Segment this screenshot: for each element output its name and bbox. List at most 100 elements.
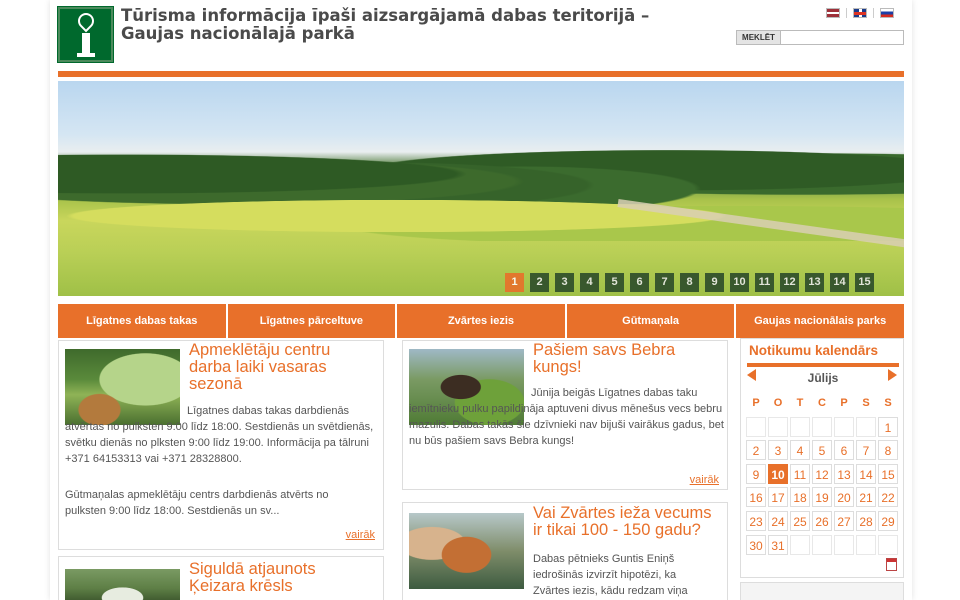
calendar-day[interactable]: 30 [746,534,766,555]
nav-item[interactable]: Līgatnes dabas takas [58,304,226,338]
english-flag-icon[interactable] [853,8,867,18]
calendar-empty-cell [834,534,854,555]
calendar-empty-cell [878,534,898,555]
calendar-day[interactable]: 29 [878,510,898,531]
search-button[interactable]: MEKLĒT [737,31,781,44]
article-card: Siguldā atjaunots Ķeizara krēsls [58,556,384,600]
banner-page-button[interactable]: 8 [680,273,699,292]
page: Tūrisma informācija īpaši aizsargājamā d… [50,0,912,600]
article-title[interactable]: Siguldā atjaunots Ķeizara krēsls [189,561,349,595]
weekday-label: T [796,397,804,409]
weekday-label: P [840,397,848,409]
article-title[interactable]: Vai Zvārtes ieža vecums ir tikai 100 - 1… [533,505,713,539]
article-text: Dabas pētnieks Guntis Eniņš iedrošinās i… [533,553,688,597]
calendar-empty-cell [768,416,788,437]
banner-pager: 1 2 3 4 5 6 7 8 9 10 11 12 13 14 15 [505,273,874,292]
article-thumbnail[interactable] [65,569,180,600]
calendar-day[interactable]: 20 [834,487,854,508]
sidebar-box [740,582,904,600]
calendar-day[interactable]: 24 [768,510,788,531]
calendar-empty-cell [856,416,876,437]
article-card: Apmeklētāju centru darba laiki vasaras s… [58,340,384,550]
article-card: Pašiem savs Bebra kungs! Jūnija beigās L… [402,340,728,490]
weekday-label: S [884,397,892,409]
calendar-month: Jūlijs [807,371,839,385]
banner-page-button[interactable]: 5 [605,273,624,292]
main-nav: Līgatnes dabas takas Līgatnes pārceltuve Z… [58,304,904,338]
calendar-day[interactable]: 22 [878,487,898,508]
calendar-day[interactable]: 19 [812,487,832,508]
banner-page-button[interactable]: 11 [755,273,774,292]
calendar-day[interactable]: 3 [768,440,788,461]
calendar-day[interactable]: 8 [878,440,898,461]
article-text: Līgatnes dabas takas darbdienās atvērtas… [65,405,374,465]
calendar-day[interactable]: 4 [790,440,810,461]
calendar-empty-cell [746,416,766,437]
banner-page-button[interactable]: 13 [805,273,824,292]
next-month-icon[interactable] [888,369,897,381]
calendar-day[interactable]: 16 [746,487,766,508]
site-title: Tūrisma informācija īpaši aizsargājamā d… [121,6,650,43]
nav-item[interactable]: Zvārtes iezis [397,304,565,338]
calendar-day[interactable]: 5 [812,440,832,461]
logo[interactable] [57,6,114,63]
banner-page-button[interactable]: 3 [555,273,574,292]
calendar-day[interactable]: 11 [790,463,810,484]
article-title[interactable]: Apmeklētāju centru darba laiki vasaras s… [189,342,349,393]
calendar-day[interactable]: 13 [834,463,854,484]
calendar-day[interactable]: 17 [768,487,788,508]
calendar-day[interactable]: 15 [878,463,898,484]
calendar-day[interactable]: 1 [878,416,898,437]
banner-page-button[interactable]: 12 [780,273,799,292]
calendar-empty-cell [790,416,810,437]
language-switcher [826,8,894,18]
russian-flag-icon[interactable] [880,8,894,18]
latvian-flag-icon[interactable] [826,8,840,18]
calendar-day[interactable]: 14 [856,463,876,484]
banner-page-button[interactable]: 9 [705,273,724,292]
banner-page-button[interactable]: 6 [630,273,649,292]
event-calendar: Notikumu kalendārs Jūlijs POTCPSS1234567… [740,338,904,578]
weekday-label: O [773,397,783,409]
banner-page-button[interactable]: 4 [580,273,599,292]
header-divider [58,71,904,77]
calendar-day[interactable]: 12 [812,463,832,484]
calendar-day[interactable]: 6 [834,440,854,461]
calendar-export-icon[interactable] [886,558,897,571]
nav-item[interactable]: Līgatnes pārceltuve [227,304,396,338]
calendar-day[interactable]: 10 [768,463,788,484]
calendar-day[interactable]: 9 [746,463,766,484]
calendar-empty-cell [834,416,854,437]
read-more-link[interactable]: vairāk [346,529,375,541]
calendar-day[interactable]: 31 [768,534,788,555]
nav-item[interactable]: Gūtmaņala [566,304,735,338]
article-card: Vai Zvārtes ieža vecums ir tikai 100 - 1… [402,502,728,600]
calendar-grid: P O T C P S S 1 2 3 4 5 6 7 8 9 10 11 12 13 14 15 16 17 18 19 20 21… [746,393,898,555]
article-title[interactable]: Pašiem savs Bebra kungs! [533,342,693,376]
banner-page-button[interactable]: 1 [505,273,524,292]
calendar-empty-cell [790,534,810,555]
calendar-day[interactable]: 27 [834,510,854,531]
search-input[interactable] [781,31,903,44]
weekday-label: P [752,397,760,409]
calendar-empty-cell [812,534,832,555]
article-text: Gūtmaņalas apmeklētāju centrs darbdienās… [65,489,329,517]
banner-page-button[interactable]: 14 [830,273,849,292]
calendar-day[interactable]: 23 [746,510,766,531]
article-thumbnail[interactable] [409,513,524,589]
calendar-day[interactable]: 21 [856,487,876,508]
calendar-day[interactable]: 7 [856,440,876,461]
calendar-day[interactable]: 2 [746,440,766,461]
banner-page-button[interactable]: 10 [730,273,749,292]
oak-leaf-icon [74,9,98,33]
read-more-link[interactable]: vairāk [690,474,719,486]
calendar-day[interactable]: 18 [790,487,810,508]
search-box: MEKLĒT [736,30,904,45]
calendar-day[interactable]: 25 [790,510,810,531]
banner-page-button[interactable]: 15 [855,273,874,292]
banner-page-button[interactable]: 7 [655,273,674,292]
calendar-day[interactable]: 28 [856,510,876,531]
calendar-day[interactable]: 26 [812,510,832,531]
nav-item[interactable]: Gaujas nacionālais parks [736,304,904,338]
banner-page-button[interactable]: 2 [530,273,549,292]
